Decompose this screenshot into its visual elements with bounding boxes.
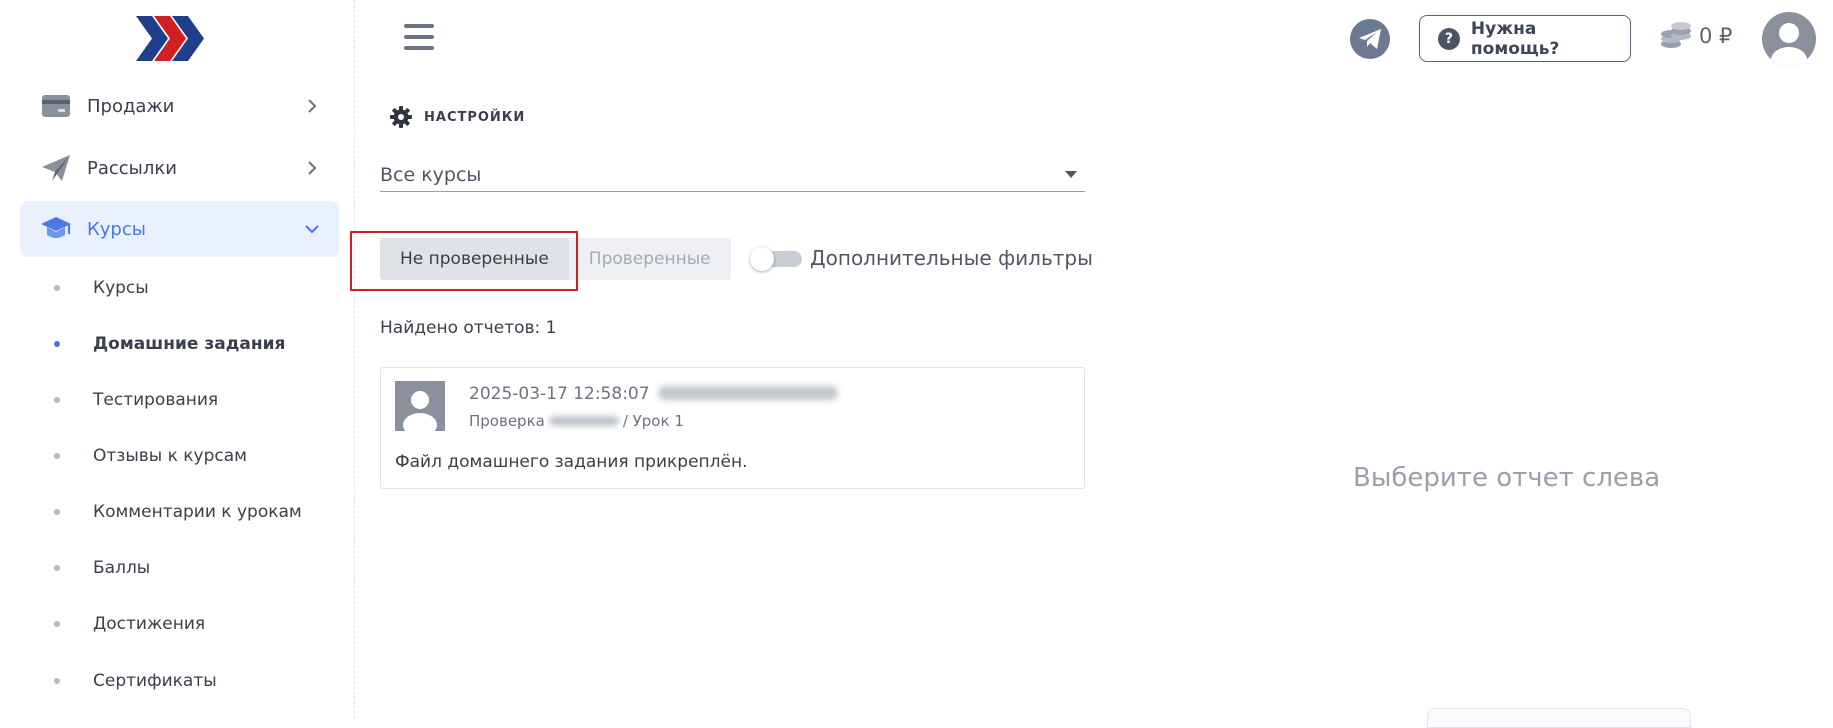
bullet-dot	[54, 509, 60, 515]
sidebar-subitem-label: Достижения	[93, 614, 206, 634]
chevron-right-icon	[308, 161, 317, 175]
sidebar-subitem-comments[interactable]: Комментарии к урокам	[54, 498, 302, 526]
course-select-value: Все курсы	[380, 163, 482, 186]
report-check-prefix: Проверка	[469, 412, 545, 430]
help-button[interactable]: ? Нужна помощь?	[1419, 15, 1631, 62]
sidebar-item-label: Продажи	[87, 95, 175, 117]
reports-count: Найдено отчетов: 1	[380, 318, 557, 338]
bullet-dot	[54, 621, 60, 627]
course-select[interactable]: Все курсы	[380, 158, 1085, 192]
tab-checked[interactable]: Проверенные	[569, 238, 731, 280]
gear-icon	[390, 106, 412, 128]
sidebar-subitem-label: Тестирования	[93, 390, 219, 410]
bullet-dot	[54, 678, 60, 684]
sidebar-item-mailings[interactable]: Рассылки	[20, 140, 339, 196]
balance-value: 0 ₽	[1699, 24, 1733, 48]
help-button-label: Нужна помощь?	[1470, 18, 1560, 59]
logo[interactable]	[136, 16, 214, 61]
sidebar-subitem-homework[interactable]: Домашние задания	[54, 330, 285, 358]
filters-label: Дополнительные фильтры	[810, 246, 1093, 270]
report-subtitle: Проверка / Урок 1	[469, 412, 684, 430]
sidebar-subitem-label: Отзывы к курсам	[93, 446, 247, 466]
sidebar-item-label: Курсы	[87, 218, 146, 240]
sidebar-item-label: Рассылки	[87, 157, 177, 179]
sidebar-subitem-label: Сертификаты	[93, 671, 217, 691]
tab-unchecked[interactable]: Не проверенные	[380, 238, 569, 280]
bottom-panel-edge	[1427, 708, 1691, 728]
sidebar-item-sales[interactable]: Продажи	[20, 78, 339, 134]
report-lesson: / Урок 1	[622, 412, 684, 430]
question-icon: ?	[1438, 27, 1460, 50]
menu-toggle-icon[interactable]	[404, 24, 434, 52]
chevron-down-icon	[305, 225, 319, 234]
sidebar-subitem-achievements[interactable]: Достижения	[54, 610, 205, 638]
graduation-cap-icon	[41, 214, 71, 244]
report-card[interactable]: 2025-03-17 12:58:07 Проверка / Урок 1 Фа…	[380, 367, 1085, 489]
sidebar-subitem-label: Комментарии к урокам	[93, 502, 302, 522]
sidebar-subitem-reviews[interactable]: Отзывы к курсам	[54, 442, 247, 470]
bullet-dot	[54, 565, 60, 571]
empty-state-text: Выберите отчет слева	[1353, 463, 1661, 493]
sidebar-subitem-points[interactable]: Баллы	[54, 554, 150, 582]
settings-label: НАСТРОЙКИ	[424, 109, 526, 125]
sidebar-subitem-label: Домашние задания	[93, 334, 286, 354]
caret-down-icon	[1065, 171, 1077, 178]
avatar	[395, 381, 445, 431]
bullet-dot	[54, 285, 60, 291]
report-message: Файл домашнего задания прикреплён.	[395, 452, 748, 472]
coins-icon	[1661, 22, 1691, 48]
bullet-dot	[54, 397, 60, 403]
status-tabs: Не проверенные Проверенные	[380, 238, 731, 280]
sidebar-subitem-certificates[interactable]: Сертификаты	[54, 667, 217, 695]
blurred-course-name	[548, 416, 619, 426]
report-datetime: 2025-03-17 12:58:07	[469, 384, 650, 404]
user-avatar[interactable]	[1762, 12, 1816, 66]
settings-link[interactable]: НАСТРОЙКИ	[390, 106, 525, 128]
paper-plane-icon	[41, 153, 71, 183]
card-icon	[41, 91, 71, 121]
sidebar-subitem-tests[interactable]: Тестирования	[54, 386, 218, 414]
sidebar-subitem-label: Баллы	[93, 558, 151, 578]
bullet-dot	[54, 453, 60, 459]
telegram-icon[interactable]	[1350, 19, 1390, 59]
chevron-right-icon	[308, 99, 317, 113]
sidebar-subitem-courses[interactable]: Курсы	[54, 274, 149, 302]
sidebar-item-courses[interactable]: Курсы	[20, 201, 339, 257]
blurred-username	[658, 386, 838, 400]
sidebar-subitem-label: Курсы	[93, 278, 149, 298]
sidebar: Продажи Рассылки Курсы Курсы Домашние за…	[0, 0, 355, 719]
bullet-dot	[54, 341, 60, 347]
filters-toggle[interactable]	[750, 247, 802, 271]
